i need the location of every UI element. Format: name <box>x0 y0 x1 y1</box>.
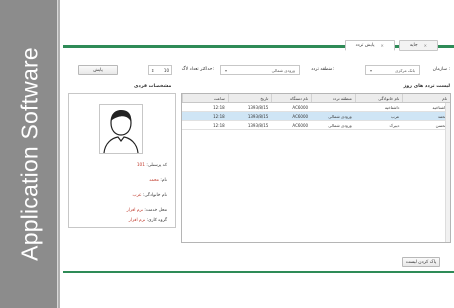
zone-value: ورودی شمالی <box>271 67 295 73</box>
profile-card: کد پرسنلی: 101 نام: محمد نام خانوادگی: ع… <box>68 93 176 228</box>
column-header[interactable]: نام خانوادگی <box>354 94 403 102</box>
cell-last-name: عرب <box>391 114 400 119</box>
profile-workplace: محل خدمت: نرم افزار <box>127 208 167 213</box>
search-button[interactable]: پایش <box>78 65 118 75</box>
org-label: سازمان : <box>432 67 450 72</box>
info-value: نرم افزار <box>126 208 144 213</box>
banner-divider <box>58 0 60 308</box>
info-label: نام خانوادگی: <box>142 193 167 198</box>
info-value: 101 <box>136 163 146 168</box>
column-header[interactable]: نام <box>402 94 450 102</box>
cell-time: 12:18 <box>213 105 225 110</box>
profile-work-group: گروه کاری: نرم افزار <box>129 218 167 223</box>
close-icon[interactable]: ✕ <box>424 43 427 48</box>
info-label: کد پرسنلی: <box>146 163 167 168</box>
tab-label: جایه <box>409 43 418 48</box>
profile-last-name: نام خانوادگی: عرب <box>133 193 167 198</box>
cell-date: 1393/8/15 <box>247 114 269 119</box>
table-row[interactable]: محسن دبیرک ورودی شمالی AC6000 1393/8/15 … <box>182 121 450 130</box>
tab-home[interactable]: جایه ✕ <box>398 40 438 51</box>
user-silhouette-icon <box>103 110 139 154</box>
chevron-down-icon: ▾ <box>225 67 228 73</box>
org-select[interactable]: ▾ بانک مرکزی <box>365 65 420 75</box>
cell-first-name: محمد <box>437 114 447 119</box>
column-header[interactable]: منطقه تردد <box>311 94 355 102</box>
footer-accent-bar <box>63 271 454 273</box>
stepper-icon[interactable]: ⇕ <box>151 68 154 73</box>
close-icon[interactable]: ✕ <box>380 43 383 48</box>
filter-bar: سازمان : ▾ بانک مرکزی منطقه تردد: ▾ ورود… <box>66 65 452 77</box>
table-header: نام نام خانوادگی منطقه تردد نام دستگاه ت… <box>182 94 450 103</box>
cell-time: 12:18 <box>213 114 225 119</box>
max-log-label: حداکثر تعداد لاگ: <box>181 67 214 72</box>
org-value: بانک مرکزی <box>395 67 415 73</box>
profile-personnel-code: کد پرسنلی: 101 <box>137 163 167 168</box>
clear-list-button[interactable]: پاک کردن لیست <box>402 257 440 267</box>
cell-first-name: محسن <box>435 123 447 128</box>
column-header[interactable]: نام دستگاه <box>271 94 311 102</box>
banner-title: Application Software <box>16 47 43 261</box>
profile-first-name: نام: محمد <box>149 178 167 183</box>
chevron-down-icon: ▾ <box>370 67 373 73</box>
info-value: محمد <box>149 178 159 183</box>
tab-label: پایش تردد <box>355 43 375 48</box>
cell-device: AC6000 <box>292 123 309 128</box>
tab-monitoring[interactable]: پایش تردد ✕ <box>344 40 395 51</box>
zone-select[interactable]: ▾ ورودی شمالی <box>220 65 300 75</box>
cell-date: 1393/8/15 <box>247 105 269 110</box>
table-row[interactable]: محمد عرب ورودی شمالی AC6000 1393/8/15 12… <box>182 112 450 121</box>
column-header[interactable]: ساعت <box>182 94 228 102</box>
info-value: نرم افزار <box>128 218 146 223</box>
traffic-table: نام نام خانوادگی منطقه تردد نام دستگاه ت… <box>181 93 451 243</box>
table-row[interactable]: داشتاخیه داشتاخیه AC6000 1393/8/15 12:18 <box>182 103 450 112</box>
cell-zone <box>311 103 355 111</box>
info-label: گروه کاری: <box>146 218 167 223</box>
cell-device: AC6000 <box>292 105 309 110</box>
info-value: عرب <box>132 193 142 198</box>
cell-device: AC6000 <box>292 114 309 119</box>
avatar <box>99 104 143 154</box>
max-log-stepper[interactable]: ⇕ 10 <box>148 65 172 75</box>
column-header[interactable]: تاریخ <box>227 94 272 102</box>
cell-date: 1393/8/15 <box>247 123 269 128</box>
tab-bar: پایش تردد ✕ جایه ✕ <box>344 40 438 51</box>
info-label: محل خدمت: <box>144 208 167 213</box>
zone-label: منطقه تردد: <box>311 67 334 72</box>
cell-last-name: داشتاخیه <box>384 105 400 110</box>
left-banner: Application Software <box>0 0 60 308</box>
max-log-value: 10 <box>163 67 169 73</box>
cell-time: 12:18 <box>213 123 225 128</box>
info-label: نام: <box>160 178 167 183</box>
main-panel: سازمان : ▾ بانک مرکزی منطقه تردد: ▾ ورود… <box>66 55 452 267</box>
cell-last-name: دبیرک <box>389 123 400 128</box>
table-title: لیست تردد های روز <box>403 84 450 89</box>
vertical-scrollbar[interactable] <box>445 103 450 242</box>
cell-first-name: داشتاخیه <box>432 105 448 110</box>
cell-zone: ورودی شمالی <box>328 114 352 119</box>
cell-zone: ورودی شمالی <box>328 123 352 128</box>
profile-title: مشخصات فردی <box>134 84 172 89</box>
